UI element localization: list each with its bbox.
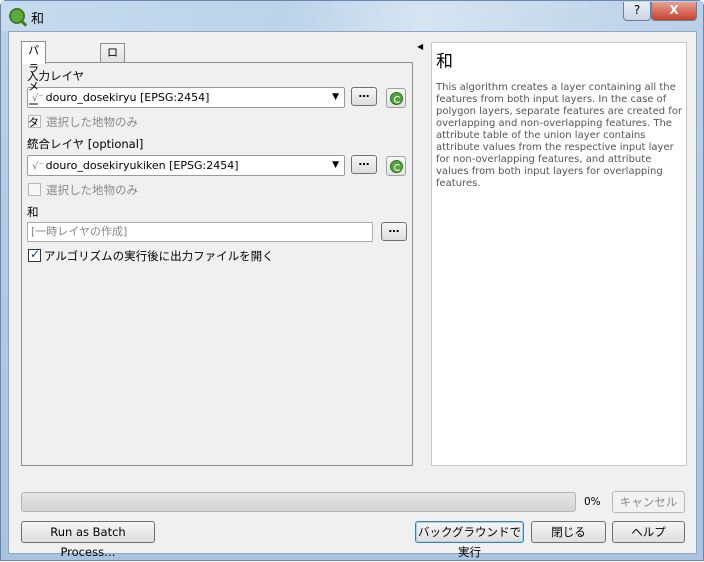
overlay-layer-label: 統合レイヤ [optional] [27, 137, 144, 151]
cancel-button[interactable]: キャンセル [612, 491, 685, 513]
progress-percent: 0% [584, 496, 601, 508]
help-pane: 和 This algorithm creates a layer contain… [431, 42, 687, 466]
chevron-down-icon: ▼ [332, 92, 339, 102]
output-browse-button[interactable]: … [381, 222, 407, 241]
tab-parameters[interactable]: パラメーター [21, 41, 46, 147]
chevron-down-icon: ▼ [332, 160, 339, 170]
overlay-selected-only-label: 選択した地物のみ [46, 183, 138, 197]
input-layer-options-button[interactable]: … [351, 87, 377, 106]
overlay-layer-select[interactable]: √⁻ douro_dosekiryukiken [EPSG:2454] ▼ [27, 155, 345, 176]
polygon-layer-icon: √⁻ [32, 161, 44, 172]
help-window-button[interactable]: ? [623, 2, 651, 21]
help-title: 和 [436, 52, 453, 72]
open-output-label: アルゴリズムの実行後に出力ファイルを開く [44, 249, 274, 263]
overlay-layer-options-button[interactable]: … [351, 155, 377, 174]
overlay-layer-value: douro_dosekiryukiken [EPSG:2454] [45, 159, 239, 172]
dialog-window: 和 ? X パラメーター ログ 入力レイヤ √⁻douro_dosekiryu … [0, 0, 704, 561]
open-output-checkbox[interactable]: ✓ [28, 247, 41, 262]
help-description: This algorithm creates a layer containin… [436, 82, 682, 189]
help-button[interactable]: ヘルプ [612, 521, 685, 543]
progress-bar [21, 492, 576, 512]
title-bar[interactable]: 和 ? X [1, 1, 703, 31]
tab-log[interactable]: ログ [100, 43, 125, 77]
dialog-body: パラメーター ログ 入力レイヤ √⁻douro_dosekiryu [EPSG:… [8, 31, 697, 559]
iterate-features-button[interactable] [386, 88, 406, 108]
input-selected-only-label: 選択した地物のみ [46, 115, 138, 129]
window-title: 和 [31, 12, 45, 27]
input-layer-value: douro_dosekiryu [EPSG:2454] [45, 91, 210, 104]
iterate-icon [390, 160, 403, 173]
output-label: 和 [27, 205, 39, 219]
input-layer-select[interactable]: √⁻douro_dosekiryu [EPSG:2454] ▼ [27, 87, 345, 108]
qgis-logo-icon [9, 8, 25, 24]
run-batch-button[interactable]: Run as Batch Process… [21, 521, 155, 559]
close-window-button[interactable]: X [651, 2, 697, 21]
checkmark-icon: ✓ [30, 247, 41, 261]
overlay-selected-only-checkbox[interactable] [28, 183, 41, 196]
collapse-panel-arrow-icon[interactable]: ◀ [417, 42, 423, 51]
iterate-features-button[interactable] [386, 156, 406, 176]
parameters-panel: 入力レイヤ √⁻douro_dosekiryu [EPSG:2454] ▼ … … [21, 62, 413, 466]
close-button[interactable]: 閉じる [531, 521, 606, 543]
run-background-button[interactable]: バックグラウンドで実行 [415, 521, 524, 559]
iterate-icon [390, 92, 403, 105]
output-file-input[interactable]: [一時レイヤの作成] [27, 222, 373, 242]
